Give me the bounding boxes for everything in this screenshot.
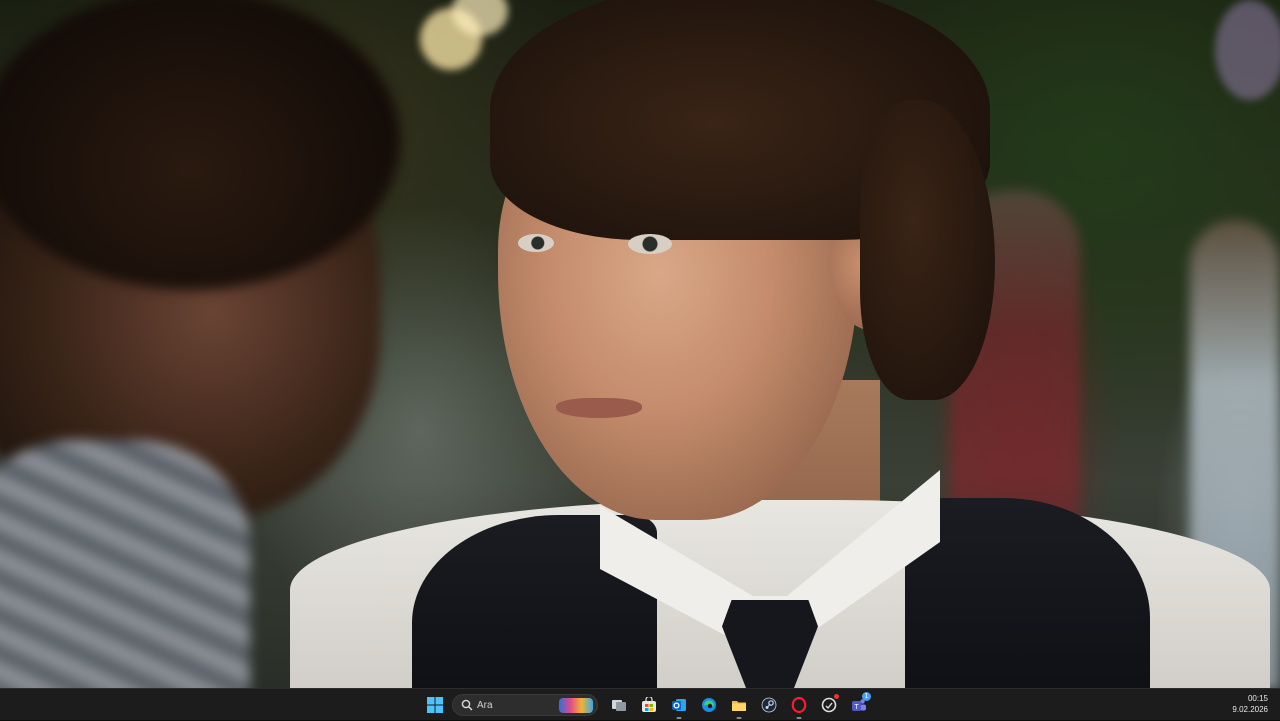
edge-icon	[702, 698, 716, 712]
file-explorer-icon	[732, 701, 746, 711]
file-explorer-button[interactable]	[724, 689, 754, 721]
taskbar: Ara T 1 00:15 9.02.2026	[0, 688, 1280, 720]
microsoft-store-icon	[642, 697, 656, 712]
steam-button[interactable]	[754, 689, 784, 721]
bokeh-light	[1215, 0, 1280, 100]
foreground-person-shoulder	[0, 440, 250, 688]
outlook-icon	[672, 699, 686, 711]
clock-time: 00:15	[1247, 694, 1268, 703]
taskbar-center: Ara T 1	[420, 689, 874, 721]
task-view-button[interactable]	[604, 689, 634, 721]
start-button[interactable]	[420, 689, 450, 721]
outlook-button[interactable]	[664, 689, 694, 721]
search-icon	[461, 699, 473, 711]
video-frame	[0, 0, 1280, 688]
search-highlight-art	[559, 698, 593, 713]
notification-dot	[834, 694, 839, 699]
teams-badge: 1	[862, 692, 871, 701]
running-indicator	[796, 717, 802, 719]
search-label: Ara	[477, 699, 493, 711]
opera-button[interactable]	[784, 689, 814, 721]
task-view-icon	[612, 700, 626, 711]
subject-eye	[628, 234, 672, 254]
svg-text:T: T	[854, 704, 859, 711]
running-indicator	[676, 717, 682, 719]
clock-date: 9.02.2026	[1232, 705, 1268, 714]
start-icon	[427, 697, 443, 713]
running-indicator	[736, 717, 742, 719]
system-clock[interactable]: 00:15 9.02.2026	[1232, 693, 1268, 715]
teams-button[interactable]: T 1	[844, 689, 874, 721]
edge-button[interactable]	[694, 689, 724, 721]
notification-app-button[interactable]	[814, 689, 844, 721]
search-box[interactable]: Ara	[452, 694, 598, 716]
app-with-notification-icon	[821, 697, 837, 713]
subject-eye	[518, 234, 554, 252]
subject-mouth	[556, 398, 642, 418]
opera-icon	[791, 697, 807, 713]
steam-icon	[761, 697, 777, 713]
microsoft-store-button[interactable]	[634, 689, 664, 721]
